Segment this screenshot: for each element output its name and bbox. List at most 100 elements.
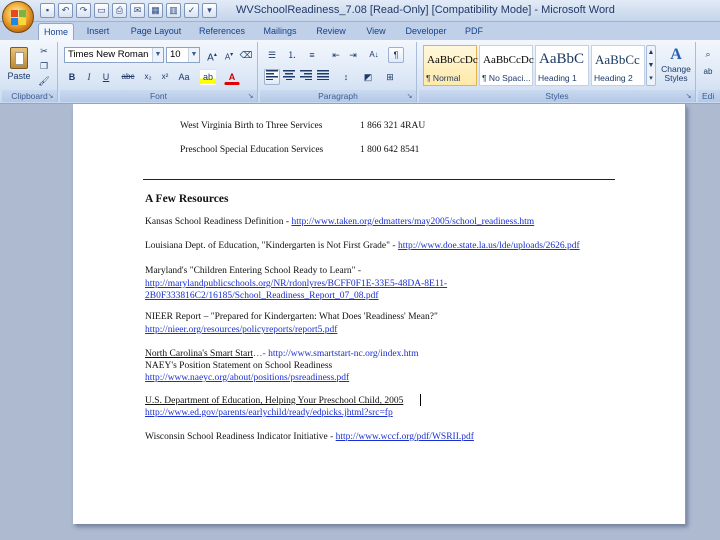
resource-item: Maryland's "Children Entering School Rea…	[145, 266, 362, 276]
paste-button[interactable]: Paste	[5, 44, 33, 86]
tab-review[interactable]: Review	[312, 23, 350, 40]
underline-icon[interactable]: U	[98, 69, 114, 85]
justify-icon[interactable]	[315, 69, 331, 85]
increase-indent-icon[interactable]: ⇥	[345, 47, 361, 63]
clipboard-icon	[10, 47, 28, 69]
ellipsis-marker: …	[253, 349, 263, 359]
style-no-spacing[interactable]: AaBbCcDc ¶ No Spaci...	[479, 45, 534, 86]
section-heading: A Few Resources	[145, 193, 229, 205]
sort-icon[interactable]: A↓	[366, 47, 382, 63]
chevron-down-icon: ▼	[188, 48, 199, 62]
change-case-icon[interactable]: Aa	[176, 69, 192, 85]
resource-link[interactable]: http://nieer.org/resources/policyreports…	[145, 325, 337, 335]
tab-view[interactable]: View	[360, 23, 392, 40]
italic-icon[interactable]: I	[81, 69, 97, 85]
office-logo-icon	[11, 10, 26, 25]
copy-icon[interactable]: ❐	[36, 58, 52, 74]
chart-icon[interactable]: ▥	[166, 3, 181, 18]
tab-references[interactable]: References	[196, 23, 248, 40]
resource-link[interactable]: http://www.doe.state.la.us/lde/uploads/2…	[398, 241, 580, 251]
style-heading-2[interactable]: AaBbCc Heading 2	[591, 45, 645, 86]
show-formatting-icon[interactable]: ¶	[388, 47, 404, 63]
styles-group: AaBbCcDc ¶ Normal AaBbCcDc ¶ No Spaci...…	[419, 42, 696, 102]
contact-name: Preschool Special Education Services	[180, 145, 324, 155]
dialog-launcher-icon[interactable]: ↘	[684, 92, 693, 101]
highlight-icon[interactable]: ab	[200, 69, 216, 85]
resource-link[interactable]: http://www.ed.gov/parents/earlychild/rea…	[145, 408, 393, 418]
format-painter-icon[interactable]: 🖌	[36, 73, 52, 89]
numbering-icon[interactable]: ⒈	[284, 47, 300, 63]
font-group: Times New Roman ▼ 10 ▼ A▴ A▾ ⌫ B I U abc…	[60, 42, 258, 102]
font-size-select[interactable]: 10 ▼	[166, 47, 200, 63]
borders-icon[interactable]: ⊞	[382, 69, 398, 85]
contact-phone: 1 800 642 8541	[360, 145, 420, 155]
resource-link[interactable]: http://www.naeyc.org/about/positions/psr…	[145, 373, 349, 383]
bold-icon[interactable]: B	[64, 69, 80, 85]
editing-group: ⌕ ab Edi	[698, 42, 720, 102]
align-center-icon[interactable]	[281, 69, 297, 85]
contact-phone: 1 866 321 4RAU	[360, 121, 426, 131]
save-icon[interactable]: ▪	[40, 3, 55, 18]
spell-icon[interactable]: ✓	[184, 3, 199, 18]
customize-icon[interactable]: ▾	[202, 3, 217, 18]
email-icon[interactable]: ✉	[130, 3, 145, 18]
quick-access-toolbar: ▪ ↶ ↷ ▭ ⎙ ✉ ▦ ▥ ✓ ▾	[40, 3, 217, 18]
bullets-icon[interactable]: ☰	[264, 47, 280, 63]
clear-formatting-icon[interactable]: ⌫	[238, 47, 254, 63]
font-name-select[interactable]: Times New Roman ▼	[64, 47, 164, 63]
font-color-icon[interactable]: A	[224, 69, 240, 85]
table-icon[interactable]: ▦	[148, 3, 163, 18]
tab-home[interactable]: Home	[38, 23, 74, 40]
resource-link[interactable]: http://www.taken.org/edmatters/may2005/s…	[291, 217, 534, 227]
resource-item: Wisconsin School Readiness Indicator Ini…	[145, 432, 474, 442]
tab-developer[interactable]: Developer	[402, 23, 450, 40]
ribbon-tabs: Home Insert Page Layout References Maili…	[0, 22, 720, 40]
shrink-font-icon[interactable]: A▾	[221, 47, 237, 63]
window-title: WVSchoolReadiness_7.08 [Read-Only] [Comp…	[236, 4, 615, 16]
cut-icon[interactable]: ✂	[36, 43, 52, 59]
style-normal[interactable]: AaBbCcDc ¶ Normal	[423, 45, 478, 86]
shading-icon[interactable]: ◩	[360, 69, 376, 85]
resource-item: U.S. Department of Education, Helping Yo…	[145, 396, 404, 406]
tab-insert[interactable]: Insert	[80, 23, 116, 40]
styles-scroll-control[interactable]: ▲ ▼ ▾	[646, 45, 656, 86]
superscript-icon[interactable]: x²	[157, 69, 173, 85]
resource-link[interactable]: http://marylandpublicschools.org/NR/rdon…	[145, 279, 447, 289]
paragraph-group-label: Paragraph	[260, 90, 416, 102]
open-icon[interactable]: ▭	[94, 3, 109, 18]
ribbon: Paste ✂ ❐ 🖌 Clipboard ↘ Times New Roman …	[0, 40, 720, 104]
horizontal-rule	[143, 179, 615, 180]
decrease-indent-icon[interactable]: ⇤	[328, 47, 344, 63]
clipboard-group: Paste ✂ ❐ 🖌 Clipboard ↘	[2, 42, 58, 102]
replace-icon[interactable]: ab	[700, 64, 716, 80]
subscript-icon[interactable]: x₂	[140, 69, 156, 85]
dialog-launcher-icon[interactable]: ↘	[46, 92, 55, 101]
tab-pdf[interactable]: PDF	[460, 23, 488, 40]
resource-item: NIEER Report – "Prepared for Kindergarte…	[145, 312, 438, 322]
grow-font-icon[interactable]: A▴	[204, 47, 220, 63]
line-spacing-icon[interactable]: ↕	[338, 69, 354, 85]
strikethrough-icon[interactable]: abc	[120, 69, 136, 85]
change-styles-button[interactable]: A Change Styles	[657, 44, 695, 90]
title-bar: ▪ ↶ ↷ ▭ ⎙ ✉ ▦ ▥ ✓ ▾ WVSchoolReadiness_7.…	[0, 0, 720, 22]
dialog-launcher-icon[interactable]: ↘	[246, 92, 255, 101]
multilevel-list-icon[interactable]: ≡	[304, 47, 320, 63]
find-icon[interactable]: ⌕	[700, 46, 716, 62]
resource-link[interactable]: - http://www.smartstart-nc.org/index.htm	[263, 349, 419, 359]
resource-link[interactable]: http://www.wccf.org/pdf/WSRII.pdf	[336, 432, 474, 442]
align-left-icon[interactable]	[264, 69, 280, 85]
chevron-down-icon: ▼	[152, 48, 163, 62]
dialog-launcher-icon[interactable]: ↘	[405, 92, 414, 101]
office-button[interactable]	[2, 1, 34, 33]
print-icon[interactable]: ⎙	[112, 3, 127, 18]
undo-icon[interactable]: ↶	[58, 3, 73, 18]
tab-page-layout[interactable]: Page Layout	[127, 23, 185, 40]
style-heading-1[interactable]: AaBbC Heading 1	[535, 45, 589, 86]
resource-link[interactable]: 2B0F333816C2/16185/School_Readiness_Repo…	[145, 291, 379, 301]
document-page[interactable]: West Virginia Birth to Three Services 1 …	[73, 104, 686, 524]
align-right-icon[interactable]	[298, 69, 314, 85]
editing-group-label: Edi	[698, 90, 720, 102]
text-cursor	[420, 394, 421, 406]
tab-mailings[interactable]: Mailings	[258, 23, 302, 40]
redo-icon[interactable]: ↷	[76, 3, 91, 18]
